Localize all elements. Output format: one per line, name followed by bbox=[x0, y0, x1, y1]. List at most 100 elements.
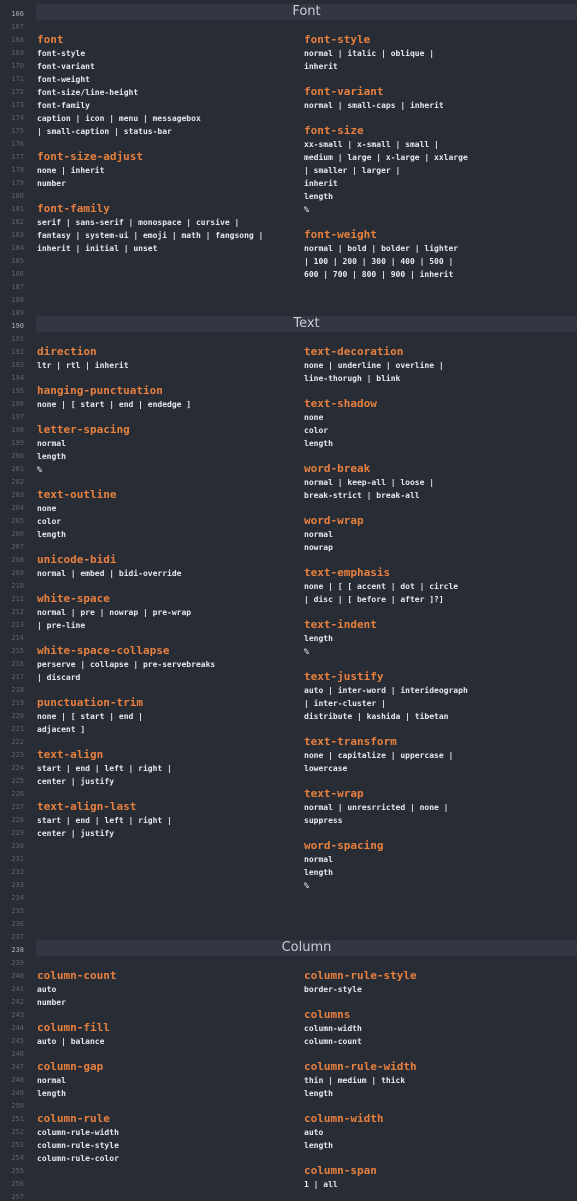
property-name: text-align bbox=[37, 748, 104, 761]
line-number: 199 bbox=[11, 439, 24, 447]
property-value: length bbox=[304, 868, 333, 877]
line-number: 197 bbox=[11, 413, 24, 421]
line-number: 205 bbox=[11, 517, 24, 525]
property-name: columns bbox=[304, 1008, 351, 1021]
property-value: length bbox=[304, 1141, 333, 1150]
property-value: normal | bold | bolder | lighter bbox=[304, 244, 459, 253]
line-number: 200 bbox=[11, 452, 24, 460]
property-value: none | [ start | end | endedge ] bbox=[37, 400, 192, 409]
property-value: medium | large | x-large | xxlarge bbox=[304, 153, 468, 162]
property-value: xx-small | x-small | small | bbox=[304, 140, 439, 149]
property-value: length bbox=[304, 634, 333, 643]
line-number: 210 bbox=[11, 582, 24, 590]
property-value: % bbox=[304, 647, 309, 656]
line-number: 218 bbox=[11, 686, 24, 694]
property-value: length bbox=[304, 439, 333, 448]
line-number: 169 bbox=[11, 49, 24, 57]
line-number: 183 bbox=[11, 231, 24, 239]
property-name: column-span bbox=[304, 1164, 377, 1177]
property-name: font-variant bbox=[304, 85, 384, 98]
property-name: punctuation-trim bbox=[37, 696, 143, 709]
section-title: Column bbox=[281, 940, 332, 955]
property-value: inherit | initial | unset bbox=[37, 244, 158, 253]
line-number: 233 bbox=[11, 881, 24, 889]
property-value: % bbox=[37, 465, 42, 474]
property-value: suppress bbox=[304, 816, 343, 825]
property-name: font bbox=[37, 33, 64, 46]
line-number: 178 bbox=[11, 166, 24, 174]
line-number: 206 bbox=[11, 530, 24, 538]
property-name: unicode-bidi bbox=[37, 553, 117, 566]
property-name: column-count bbox=[37, 969, 117, 982]
line-number: 231 bbox=[11, 855, 24, 863]
line-number: 211 bbox=[11, 595, 24, 603]
property-value: distribute | kashida | tibetan bbox=[304, 712, 449, 721]
property-value: none | inherit bbox=[37, 166, 105, 175]
property-value: column-rule-color bbox=[37, 1154, 119, 1163]
property-name: white-space bbox=[37, 592, 110, 605]
property-value: auto bbox=[304, 1128, 324, 1137]
property-value: font-variant bbox=[37, 62, 95, 71]
property-value: none bbox=[304, 413, 324, 422]
line-number: 253 bbox=[11, 1141, 24, 1149]
property-name: column-width bbox=[304, 1112, 384, 1125]
property-name: column-rule bbox=[37, 1112, 110, 1125]
line-number: 192 bbox=[11, 348, 24, 356]
property-value: column-rule-width bbox=[37, 1128, 119, 1137]
property-value: normal | unresrricted | none | bbox=[304, 803, 449, 812]
line-number: 248 bbox=[11, 1076, 24, 1084]
line-number: 220 bbox=[11, 712, 24, 720]
property-name: column-rule-width bbox=[304, 1060, 417, 1073]
line-number: 181 bbox=[11, 205, 24, 213]
property-name: text-decoration bbox=[304, 345, 404, 358]
property-value: column-count bbox=[304, 1037, 362, 1046]
property-value: color bbox=[304, 426, 329, 435]
property-value: | discard bbox=[37, 673, 81, 682]
property-value: normal | italic | oblique | bbox=[304, 49, 435, 58]
line-number: 252 bbox=[11, 1128, 24, 1136]
property-value: | disc | [ before | after ]?] bbox=[304, 595, 444, 604]
property-value: border-style bbox=[304, 985, 362, 994]
line-number: 217 bbox=[11, 673, 24, 681]
section-title: Text bbox=[293, 316, 320, 331]
line-number: 244 bbox=[11, 1024, 24, 1032]
property-name: direction bbox=[37, 345, 97, 358]
property-value: center | justify bbox=[37, 777, 115, 786]
line-number: 254 bbox=[11, 1154, 24, 1162]
property-value: | small-caption | status-bar bbox=[37, 127, 172, 136]
line-number: 175 bbox=[11, 127, 24, 135]
property-value: thin | medium | thick bbox=[304, 1076, 406, 1085]
line-number: 251 bbox=[11, 1115, 24, 1123]
line-number: 176 bbox=[11, 140, 24, 148]
property-value: start | end | left | right | bbox=[37, 816, 172, 825]
property-value: 600 | 700 | 800 | 900 | inherit bbox=[304, 270, 454, 279]
line-number: 247 bbox=[11, 1063, 24, 1071]
line-number: 172 bbox=[11, 88, 24, 96]
line-number: 190 bbox=[11, 322, 24, 330]
line-number: 204 bbox=[11, 504, 24, 512]
line-number: 167 bbox=[11, 23, 24, 31]
property-value: normal | embed | bidi-override bbox=[37, 569, 182, 578]
property-name: font-style bbox=[304, 33, 371, 46]
line-number: 202 bbox=[11, 478, 24, 486]
property-name: font-family bbox=[37, 202, 110, 215]
line-number: 196 bbox=[11, 400, 24, 408]
line-number: 173 bbox=[11, 101, 24, 109]
property-value: color bbox=[37, 517, 62, 526]
section-title: Font bbox=[292, 4, 321, 19]
property-value: normal bbox=[37, 1076, 66, 1085]
line-number: 193 bbox=[11, 361, 24, 369]
line-number: 223 bbox=[11, 751, 24, 759]
line-number: 187 bbox=[11, 283, 24, 291]
property-name: word-wrap bbox=[304, 514, 364, 527]
line-number: 226 bbox=[11, 790, 24, 798]
line-number: 215 bbox=[11, 647, 24, 655]
line-number: 168 bbox=[11, 36, 24, 44]
property-value: normal | pre | nowrap | pre-wrap bbox=[37, 608, 192, 617]
line-number: 235 bbox=[11, 907, 24, 915]
line-number: 255 bbox=[11, 1167, 24, 1175]
property-name: text-wrap bbox=[304, 787, 364, 800]
line-number: 209 bbox=[11, 569, 24, 577]
property-value: number bbox=[37, 998, 66, 1007]
property-value: length bbox=[37, 452, 66, 461]
